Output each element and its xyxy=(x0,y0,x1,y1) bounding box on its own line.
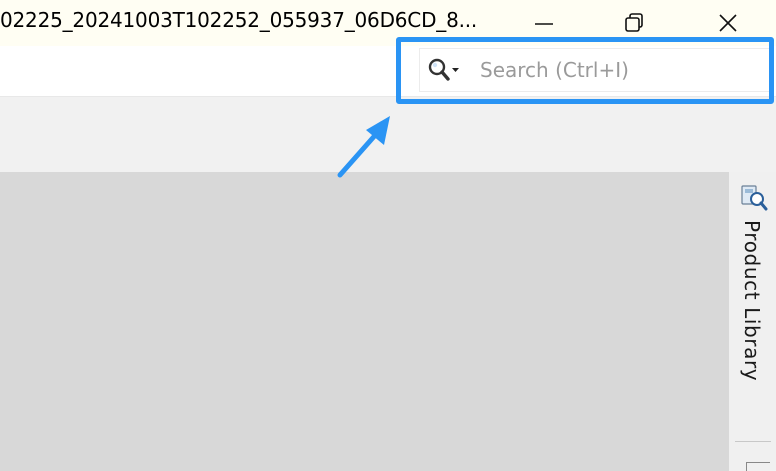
product-library-icon[interactable] xyxy=(740,182,768,212)
close-icon xyxy=(719,14,737,32)
side-panel-divider xyxy=(735,441,771,442)
restore-icon xyxy=(625,13,643,32)
main-canvas[interactable] xyxy=(0,172,729,471)
side-panel-next-tab[interactable] xyxy=(746,462,770,471)
window-title: 02225_20241003T102252_055937_06D6CD_8... xyxy=(0,8,478,32)
product-library-tab[interactable]: Product Library xyxy=(740,220,764,381)
app-window: 02225_20241003T102252_055937_06D6CD_8... xyxy=(0,0,776,471)
search-highlight-box xyxy=(396,37,774,104)
pointer-arrow xyxy=(337,116,390,178)
minimize-icon xyxy=(535,23,553,25)
side-panel: Product Library xyxy=(729,172,776,471)
